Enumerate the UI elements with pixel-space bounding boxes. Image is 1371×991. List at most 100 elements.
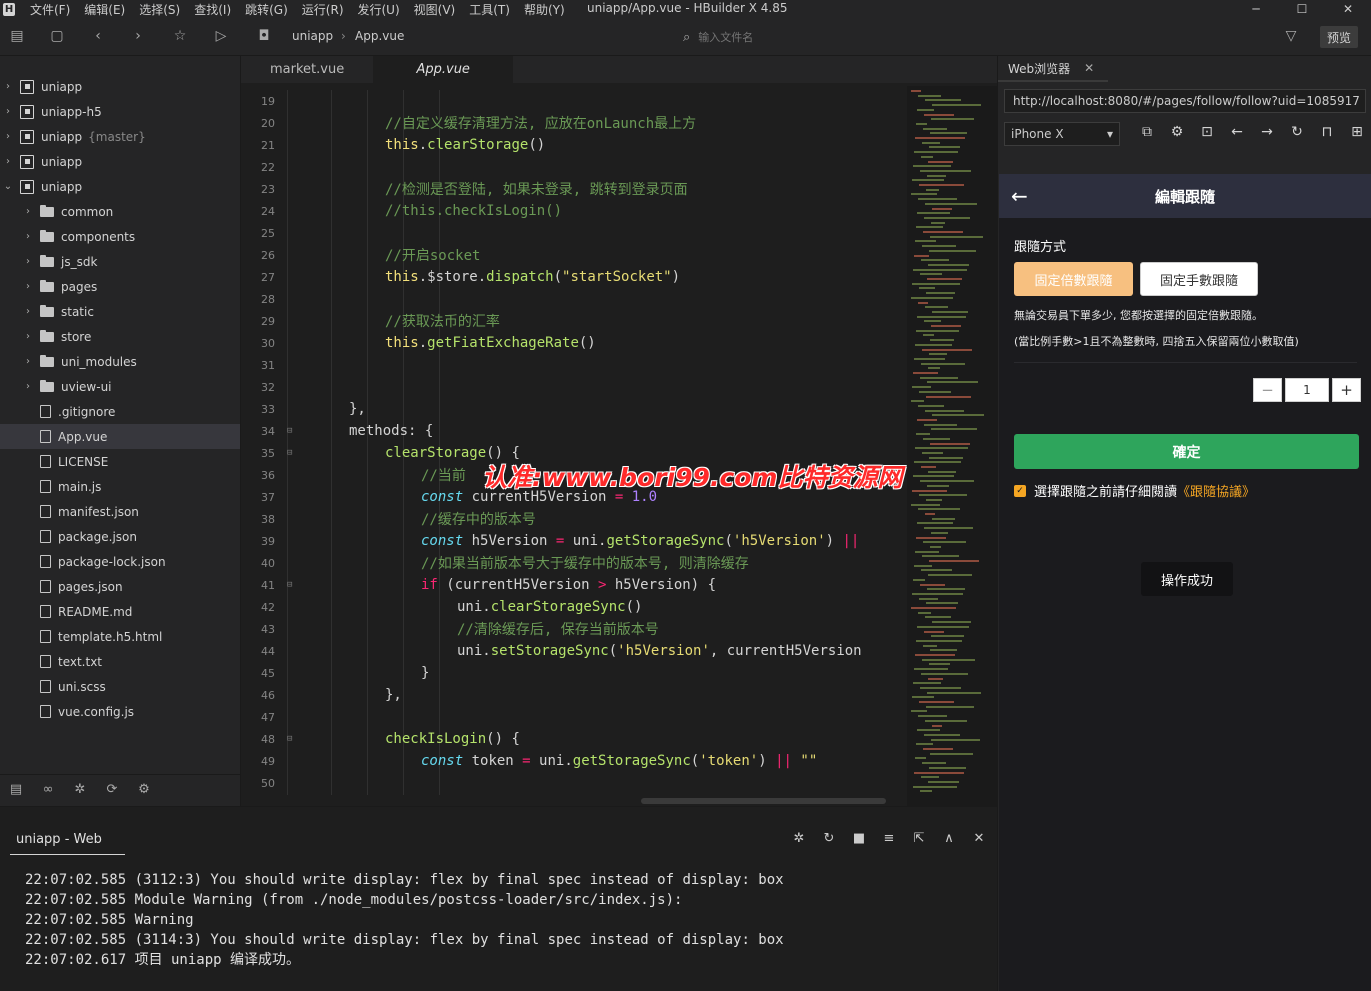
new-file-icon[interactable]: ▤: [8, 27, 26, 45]
code-line[interactable]: 45}: [241, 662, 907, 684]
code-line[interactable]: 48 ⊟ checkIsLogin() {: [241, 728, 907, 750]
confirm-button[interactable]: 確定: [1014, 434, 1359, 469]
grid-icon[interactable]: ⊞: [1342, 124, 1371, 140]
tree-project[interactable]: › uniapp: [0, 74, 240, 99]
close-tab-icon[interactable]: ✕: [1084, 61, 1094, 75]
rotate-icon[interactable]: ⧉: [1132, 124, 1162, 140]
console-tab[interactable]: uniapp - Web: [10, 825, 125, 855]
devtools-icon[interactable]: ⊡: [1192, 124, 1222, 140]
tree-file[interactable]: uni.scss: [0, 674, 240, 699]
refresh-icon[interactable]: ↻: [1282, 124, 1312, 140]
chevron-right-icon[interactable]: ›: [2, 106, 14, 117]
code-line[interactable]: 24 //this.checkIsLogin(): [241, 200, 907, 222]
forward-arrow-icon[interactable]: →: [1252, 124, 1282, 140]
code-line[interactable]: 22: [241, 156, 907, 178]
tree-project[interactable]: › uniapp {master}: [0, 124, 240, 149]
tree-file[interactable]: package-lock.json: [0, 549, 240, 574]
tree-folder[interactable]: › components: [0, 224, 240, 249]
code-line[interactable]: 19: [241, 90, 907, 112]
web-browser-tab[interactable]: Web浏览器 ✕: [998, 56, 1108, 82]
code-line[interactable]: 38 //缓存中的版本号: [241, 508, 907, 530]
device-select[interactable]: iPhone X ▾: [1004, 122, 1120, 146]
tree-folder[interactable]: › static: [0, 299, 240, 324]
forward-icon[interactable]: ›: [129, 27, 147, 45]
code-line[interactable]: 26 //开启socket: [241, 244, 907, 266]
code-line[interactable]: 41 ⊟ if (currentH5Version > h5Version) {: [241, 574, 907, 596]
tree-file[interactable]: package.json: [0, 524, 240, 549]
plugin-icon[interactable]: ⚙: [128, 782, 160, 797]
tree-file[interactable]: LICENSE: [0, 449, 240, 474]
breadcrumb-file[interactable]: App.vue: [355, 29, 404, 43]
tree-file[interactable]: main.js: [0, 474, 240, 499]
tree-file[interactable]: manifest.json: [0, 499, 240, 524]
agreement-checkbox[interactable]: ✓: [1014, 484, 1026, 497]
fold-icon[interactable]: ⊟: [287, 580, 297, 590]
code-line[interactable]: 31: [241, 354, 907, 376]
code-line[interactable]: 25: [241, 222, 907, 244]
code-line[interactable]: 28: [241, 288, 907, 310]
tree-folder[interactable]: › uni_modules: [0, 349, 240, 374]
fixed-multiple-option[interactable]: 固定倍數跟隨: [1014, 262, 1133, 296]
fold-icon[interactable]: ⊟: [287, 734, 297, 744]
chevron-right-icon[interactable]: ›: [22, 281, 34, 292]
fixed-lots-option[interactable]: 固定手數跟隨: [1140, 262, 1258, 296]
star-icon[interactable]: ☆: [171, 27, 189, 45]
back-icon[interactable]: ‹: [89, 27, 107, 45]
tree-folder[interactable]: › store: [0, 324, 240, 349]
code-line[interactable]: 39 const h5Version = uni.getStorageSync('…: [241, 530, 907, 552]
horizontal-scrollbar[interactable]: [641, 798, 886, 804]
collapse-up-icon[interactable]: ∧: [934, 831, 964, 846]
export-icon[interactable]: ⇱: [904, 831, 934, 846]
filter-icon[interactable]: ▽: [1282, 27, 1300, 45]
code-line[interactable]: 27 this.$store.dispatch("startSocket"): [241, 266, 907, 288]
preview-button[interactable]: 预览: [1320, 26, 1358, 48]
lock-icon[interactable]: ⊓: [1312, 124, 1342, 140]
source-control-icon[interactable]: ⟳: [96, 782, 128, 797]
code-line[interactable]: 21 this.clearStorage(): [241, 134, 907, 156]
chevron-right-icon[interactable]: ›: [2, 156, 14, 167]
code-line[interactable]: 23 //检测是否登陆, 如果未登录, 跳转到登录页面: [241, 178, 907, 200]
tree-file[interactable]: text.txt: [0, 649, 240, 674]
code-line[interactable]: 44 uni.setStorageSync('h5Version', curren…: [241, 640, 907, 662]
debug-icon[interactable]: ✲: [64, 782, 96, 797]
chevron-right-icon[interactable]: ›: [22, 256, 34, 267]
code-line[interactable]: 49 const token = uni.getStorageSync('toke…: [241, 750, 907, 772]
filter-log-icon[interactable]: ≡: [874, 831, 904, 846]
menu-item[interactable]: 工具(T): [469, 1, 510, 18]
back-arrow-icon[interactable]: ←: [1011, 184, 1028, 208]
code-line[interactable]: 30 this.getFiatExchageRate(): [241, 332, 907, 354]
run-icon[interactable]: ▷: [212, 27, 230, 45]
minimap[interactable]: [907, 86, 997, 806]
code-line[interactable]: 34 ⊟ methods: {: [241, 420, 907, 442]
menu-item[interactable]: 查找(I): [194, 1, 231, 18]
tree-folder[interactable]: › common: [0, 199, 240, 224]
maximize-icon[interactable]: ☐: [1279, 0, 1325, 18]
menu-item[interactable]: 帮助(Y): [524, 1, 565, 18]
bug-icon[interactable]: ✲: [784, 831, 814, 846]
chevron-right-icon[interactable]: ›: [2, 81, 14, 92]
chevron-right-icon[interactable]: ›: [22, 331, 34, 342]
tree-folder[interactable]: › js_sdk: [0, 249, 240, 274]
binoculars-icon[interactable]: ∞: [32, 782, 64, 797]
back-arrow-icon[interactable]: ←: [1222, 124, 1252, 140]
menu-item[interactable]: 编辑(E): [84, 1, 125, 18]
menu-item[interactable]: 文件(F): [30, 1, 70, 18]
menu-item[interactable]: 跳转(G): [245, 1, 288, 18]
menu-item[interactable]: 视图(V): [414, 1, 456, 18]
breadcrumb-project[interactable]: uniapp: [292, 29, 333, 43]
decrement-button[interactable]: −: [1253, 378, 1282, 402]
chevron-down-icon[interactable]: ⌄: [2, 181, 14, 192]
tree-project[interactable]: › uniapp-h5: [0, 99, 240, 124]
code-line[interactable]: 46},: [241, 684, 907, 706]
code-line[interactable]: 33},: [241, 398, 907, 420]
fold-icon[interactable]: ⊟: [287, 426, 297, 436]
chevron-right-icon[interactable]: ›: [22, 306, 34, 317]
tree-project[interactable]: › uniapp: [0, 149, 240, 174]
chevron-right-icon[interactable]: ›: [22, 231, 34, 242]
menu-item[interactable]: 运行(R): [302, 1, 344, 18]
tree-file[interactable]: pages.json: [0, 574, 240, 599]
code-line[interactable]: 32: [241, 376, 907, 398]
tab-market-vue[interactable]: market.vue: [241, 56, 373, 83]
chevron-right-icon[interactable]: ›: [22, 206, 34, 217]
minimize-icon[interactable]: ─: [1233, 0, 1279, 18]
